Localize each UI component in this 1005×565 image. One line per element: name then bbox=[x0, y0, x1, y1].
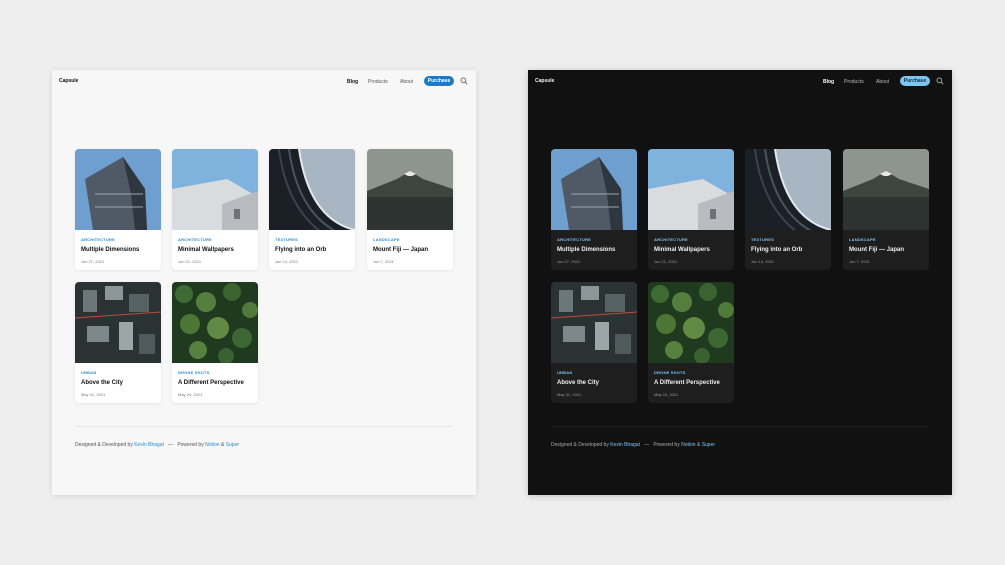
navbar: Capsule Blog Products About Purchase bbox=[528, 70, 952, 92]
dark-theme-preview: Capsule Blog Products About Purchase ARC… bbox=[528, 70, 952, 495]
post-thumbnail bbox=[648, 149, 734, 230]
post-category: URBAN bbox=[557, 370, 573, 375]
post-title[interactable]: Minimal Wallpapers bbox=[178, 247, 234, 253]
nav-products[interactable]: Products bbox=[844, 79, 864, 85]
post-date: Jun 27, 2021 bbox=[81, 259, 105, 264]
post-card[interactable]: LANDSCAPE Mount Fiji — Japan Jun 7, 2021 bbox=[367, 149, 453, 270]
post-title[interactable]: Flying into an Orb bbox=[275, 247, 326, 253]
footer-divider bbox=[75, 426, 453, 427]
nav-about[interactable]: About bbox=[400, 79, 413, 85]
footer-amp: & bbox=[696, 442, 701, 448]
super-link[interactable]: Super bbox=[226, 442, 239, 448]
post-title[interactable]: Above the City bbox=[557, 380, 599, 386]
post-date: Jun 21, 2021 bbox=[178, 259, 202, 264]
search-icon[interactable] bbox=[460, 77, 468, 85]
post-title[interactable]: Above the City bbox=[81, 380, 123, 386]
post-card[interactable]: URBAN Above the City May 31, 2021 bbox=[75, 282, 161, 403]
footer-amp: & bbox=[220, 442, 225, 448]
site-logo[interactable]: Capsule bbox=[59, 78, 78, 84]
post-category: DRONE SHOTS bbox=[654, 370, 686, 375]
post-thumbnail bbox=[745, 149, 831, 230]
notion-link[interactable]: Notion bbox=[205, 442, 219, 448]
footer-powered-text: Powered by bbox=[653, 442, 680, 448]
post-date: Jun 7, 2021 bbox=[373, 259, 394, 264]
post-card[interactable]: LANDSCAPE Mount Fiji — Japan Jun 7, 2021 bbox=[843, 149, 929, 270]
post-thumbnail bbox=[172, 282, 258, 363]
post-title[interactable]: Mount Fiji — Japan bbox=[373, 247, 428, 253]
post-title[interactable]: Minimal Wallpapers bbox=[654, 247, 710, 253]
notion-link[interactable]: Notion bbox=[681, 442, 695, 448]
post-category: ARCHITECTURE bbox=[178, 237, 212, 242]
post-category: LANDSCAPE bbox=[373, 237, 400, 242]
post-date: Jun 14, 2021 bbox=[751, 259, 775, 264]
author-link[interactable]: Kevin Bhagat bbox=[610, 442, 640, 448]
nav-products[interactable]: Products bbox=[368, 79, 388, 85]
nav-about[interactable]: About bbox=[876, 79, 889, 85]
post-card[interactable]: DRONE SHOTS A Different Perspective May … bbox=[648, 282, 734, 403]
post-card[interactable]: TEXTURES Flying into an Orb Jun 14, 2021 bbox=[745, 149, 831, 270]
post-title[interactable]: A Different Perspective bbox=[654, 380, 720, 386]
post-thumbnail bbox=[367, 149, 453, 230]
post-date: Jun 21, 2021 bbox=[654, 259, 678, 264]
post-card[interactable]: DRONE SHOTS A Different Perspective May … bbox=[172, 282, 258, 403]
post-thumbnail bbox=[75, 282, 161, 363]
post-category: ARCHITECTURE bbox=[654, 237, 688, 242]
footer: Designed & Developed by Kevin Bhagat — P… bbox=[551, 442, 715, 448]
post-category: ARCHITECTURE bbox=[81, 237, 115, 242]
post-category: LANDSCAPE bbox=[849, 237, 876, 242]
site-logo[interactable]: Capsule bbox=[535, 78, 554, 84]
post-date: Jun 14, 2021 bbox=[275, 259, 299, 264]
post-thumbnail bbox=[648, 282, 734, 363]
post-title[interactable]: Multiple Dimensions bbox=[557, 247, 615, 253]
post-title[interactable]: Multiple Dimensions bbox=[81, 247, 139, 253]
footer: Designed & Developed by Kevin Bhagat — P… bbox=[75, 442, 239, 448]
post-card[interactable]: ARCHITECTURE Minimal Wallpapers Jun 21, … bbox=[172, 149, 258, 270]
purchase-button[interactable]: Purchase bbox=[424, 76, 454, 86]
post-thumbnail bbox=[551, 149, 637, 230]
purchase-button[interactable]: Purchase bbox=[900, 76, 930, 86]
post-card[interactable]: TEXTURES Flying into an Orb Jun 14, 2021 bbox=[269, 149, 355, 270]
post-category: ARCHITECTURE bbox=[557, 237, 591, 242]
post-category: URBAN bbox=[81, 370, 97, 375]
post-title[interactable]: Mount Fiji — Japan bbox=[849, 247, 904, 253]
post-thumbnail bbox=[269, 149, 355, 230]
post-title[interactable]: A Different Perspective bbox=[178, 380, 244, 386]
footer-divider bbox=[551, 426, 929, 427]
post-thumbnail bbox=[172, 149, 258, 230]
author-link[interactable]: Kevin Bhagat bbox=[134, 442, 164, 448]
post-date: May 24, 2021 bbox=[178, 392, 203, 397]
post-category: DRONE SHOTS bbox=[178, 370, 210, 375]
post-category: TEXTURES bbox=[275, 237, 298, 242]
footer-separator: — bbox=[644, 442, 650, 448]
post-date: May 31, 2021 bbox=[81, 392, 106, 397]
search-icon[interactable] bbox=[936, 77, 944, 85]
post-card[interactable]: ARCHITECTURE Multiple Dimensions Jun 27,… bbox=[75, 149, 161, 270]
footer-separator: — bbox=[168, 442, 174, 448]
post-thumbnail bbox=[75, 149, 161, 230]
post-date: Jun 7, 2021 bbox=[849, 259, 870, 264]
post-card[interactable]: ARCHITECTURE Minimal Wallpapers Jun 21, … bbox=[648, 149, 734, 270]
super-link[interactable]: Super bbox=[702, 442, 715, 448]
footer-powered-text: Powered by bbox=[177, 442, 204, 448]
nav-blog[interactable]: Blog bbox=[823, 79, 834, 85]
footer-designed-text: Designed & Developed by bbox=[75, 442, 133, 448]
nav-blog[interactable]: Blog bbox=[347, 79, 358, 85]
navbar: Capsule Blog Products About Purchase bbox=[52, 70, 476, 92]
post-category: TEXTURES bbox=[751, 237, 774, 242]
footer-designed-text: Designed & Developed by bbox=[551, 442, 609, 448]
post-date: May 24, 2021 bbox=[654, 392, 679, 397]
post-thumbnail bbox=[843, 149, 929, 230]
post-title[interactable]: Flying into an Orb bbox=[751, 247, 802, 253]
post-card[interactable]: URBAN Above the City May 31, 2021 bbox=[551, 282, 637, 403]
post-card[interactable]: ARCHITECTURE Multiple Dimensions Jun 27,… bbox=[551, 149, 637, 270]
light-theme-preview: Capsule Blog Products About Purchase ARC… bbox=[52, 70, 476, 495]
post-date: Jun 27, 2021 bbox=[557, 259, 581, 264]
post-date: May 31, 2021 bbox=[557, 392, 582, 397]
post-thumbnail bbox=[551, 282, 637, 363]
